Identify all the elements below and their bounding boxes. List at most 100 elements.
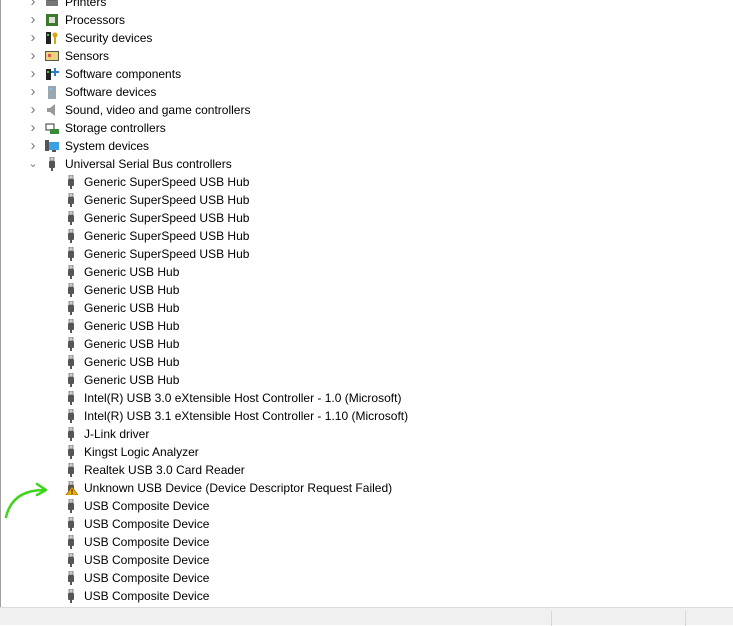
item-label: Sensors — [65, 49, 110, 63]
category-item[interactable]: › Storage controllers — [1, 119, 733, 137]
device-item[interactable]: USB Composite Device — [1, 497, 733, 515]
device-item[interactable]: USB Composite Device — [1, 551, 733, 569]
device-item[interactable]: Generic USB Hub — [1, 353, 733, 371]
device-item[interactable]: Generic SuperSpeed USB Hub — [1, 209, 733, 227]
category-item[interactable]: › Sound, video and game controllers — [1, 101, 733, 119]
device-item[interactable]: USB Composite Device — [1, 533, 733, 551]
item-label: Generic USB Hub — [84, 373, 180, 387]
chevron-right-icon[interactable]: › — [27, 119, 39, 137]
device-item[interactable]: Intel(R) USB 3.1 eXtensible Host Control… — [1, 407, 733, 425]
device-item[interactable]: Generic USB Hub — [1, 281, 733, 299]
item-label: J-Link driver — [84, 427, 150, 441]
usb-icon — [68, 571, 74, 585]
device-item[interactable]: Generic USB Hub — [1, 299, 733, 317]
item-label: Generic USB Hub — [84, 283, 180, 297]
usb-icon — [68, 283, 74, 297]
category-item[interactable]: › System devices — [1, 137, 733, 155]
printer-icon — [46, 0, 58, 6]
device-item[interactable]: Generic USB Hub — [1, 263, 733, 281]
usb-icon — [68, 193, 74, 207]
item-label: Generic USB Hub — [84, 301, 180, 315]
chevron-right-icon[interactable]: › — [27, 47, 39, 65]
item-label: Unknown USB Device (Device Descriptor Re… — [84, 481, 393, 495]
usb-icon — [68, 319, 74, 333]
device-item[interactable]: Generic USB Hub — [1, 317, 733, 335]
device-item[interactable]: Generic SuperSpeed USB Hub — [1, 191, 733, 209]
device-item[interactable]: Generic SuperSpeed USB Hub — [1, 245, 733, 263]
item-label: USB Composite Device — [84, 553, 210, 567]
item-label: Kingst Logic Analyzer — [84, 445, 199, 459]
item-label: Intel(R) USB 3.0 eXtensible Host Control… — [84, 391, 402, 405]
chevron-right-icon[interactable]: › — [27, 11, 39, 29]
speaker-icon — [47, 104, 55, 116]
device-item[interactable]: Generic SuperSpeed USB Hub — [1, 227, 733, 245]
device-item[interactable]: USB Composite Device — [1, 587, 733, 605]
chevron-right-icon[interactable]: › — [27, 65, 39, 83]
device-item[interactable]: Unknown USB Device (Device Descriptor Re… — [1, 479, 733, 497]
sensor-icon — [45, 51, 59, 61]
device-item[interactable]: Generic USB Hub — [1, 371, 733, 389]
item-label: Sound, video and game controllers — [65, 103, 251, 117]
usb-icon — [68, 337, 74, 351]
usb-icon — [68, 229, 74, 243]
item-label: Software components — [65, 67, 182, 81]
software-device-icon — [48, 86, 56, 99]
item-label: Generic SuperSpeed USB Hub — [84, 229, 250, 243]
usb-icon — [68, 535, 74, 549]
usb-icon — [49, 157, 55, 171]
chevron-right-icon[interactable]: › — [27, 0, 39, 11]
device-item[interactable]: J-Link driver — [1, 425, 733, 443]
status-divider — [551, 611, 552, 626]
chevron-right-icon[interactable]: › — [27, 101, 39, 119]
item-label: Processors — [65, 13, 126, 27]
item-label: USB Composite Device — [84, 499, 210, 513]
item-label: USB Composite Device — [84, 571, 210, 585]
item-label: Generic USB Hub — [84, 265, 180, 279]
item-label: Generic SuperSpeed USB Hub — [84, 247, 250, 261]
device-item[interactable]: USB Composite Device — [1, 569, 733, 587]
category-item[interactable]: › Software components — [1, 65, 733, 83]
item-label: USB Composite Device — [84, 535, 210, 549]
usb-icon — [68, 553, 74, 567]
item-label: Security devices — [65, 31, 153, 45]
device-item[interactable]: USB Composite Device — [1, 515, 733, 533]
item-label: Software devices — [65, 85, 157, 99]
device-tree[interactable]: › Printers › Processors › Security devices › Se… — [0, 0, 733, 607]
chevron-right-icon[interactable]: › — [27, 83, 39, 101]
usb-icon — [68, 373, 74, 387]
usb-icon — [68, 463, 74, 477]
software-component-icon — [46, 68, 59, 80]
device-item[interactable]: Generic USB Hub — [1, 335, 733, 353]
device-item[interactable]: Realtek USB 3.0 Card Reader — [1, 461, 733, 479]
category-item[interactable]: › Security devices — [1, 29, 733, 47]
item-label: Generic SuperSpeed USB Hub — [84, 175, 250, 189]
chevron-right-icon[interactable]: › — [27, 137, 39, 155]
processor-icon — [46, 14, 58, 26]
status-divider — [685, 611, 686, 626]
category-item[interactable]: › Sensors — [1, 47, 733, 65]
item-label: USB Composite Device — [84, 517, 210, 531]
item-label: Realtek USB 3.0 Card Reader — [84, 463, 245, 477]
item-label: USB Composite Device — [84, 589, 210, 603]
usb-icon — [68, 445, 74, 459]
device-item[interactable]: Intel(R) USB 3.0 eXtensible Host Control… — [1, 389, 733, 407]
usb-icon — [68, 427, 74, 441]
usb-icon — [68, 211, 74, 225]
category-item[interactable]: › Software devices — [1, 83, 733, 101]
chevron-down-icon[interactable]: ⌄ — [27, 155, 39, 173]
usb-icon — [68, 265, 74, 279]
category-item[interactable]: ⌄ Universal Serial Bus controllers — [1, 155, 733, 173]
item-label: System devices — [65, 139, 150, 153]
annotation-arrow — [4, 482, 48, 519]
device-item[interactable]: Generic SuperSpeed USB Hub — [1, 173, 733, 191]
category-item[interactable]: › Printers — [1, 0, 733, 11]
chevron-right-icon[interactable]: › — [27, 29, 39, 47]
item-label: Generic USB Hub — [84, 319, 180, 333]
system-device-icon — [45, 140, 59, 152]
usb-icon — [68, 409, 74, 423]
security-device-icon — [46, 32, 58, 44]
device-item[interactable]: Kingst Logic Analyzer — [1, 443, 733, 461]
category-item[interactable]: › Processors — [1, 11, 733, 29]
usb-icon — [68, 247, 74, 261]
item-label: Universal Serial Bus controllers — [65, 157, 232, 171]
